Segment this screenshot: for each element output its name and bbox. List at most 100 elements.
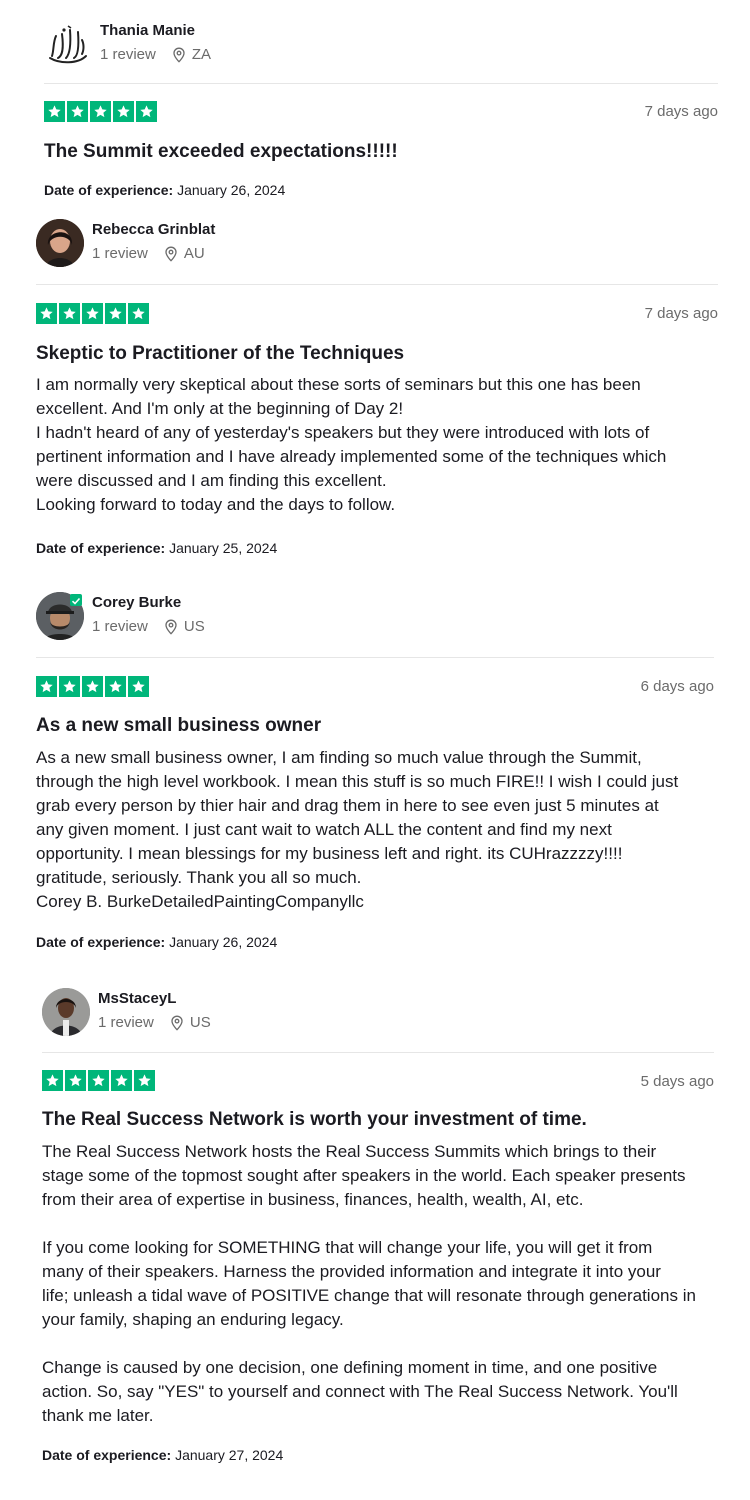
review-body-line: excellent. And I'm only at the beginning… (36, 399, 404, 418)
star-icon (105, 303, 126, 324)
doe-value: January 26, 2024 (177, 182, 286, 198)
avatar[interactable] (42, 988, 90, 1036)
review-title[interactable]: The Real Success Network is worth your i… (42, 1109, 587, 1131)
review-body-line (42, 1212, 732, 1236)
review-date: 7 days ago (644, 305, 718, 322)
doe-value: January 25, 2024 (169, 540, 278, 556)
star-icon (113, 101, 134, 122)
star-rating (36, 303, 149, 324)
reviewer-name[interactable]: MsStaceyL (98, 990, 176, 1007)
location-pin-icon (164, 246, 178, 262)
doe-label: Date of experience: (36, 540, 166, 556)
doe-label: Date of experience: (44, 182, 174, 198)
review-body-line: The Real Success Network hosts the Real … (42, 1142, 657, 1161)
reviewer-country: ZA (191, 46, 212, 63)
allah-calligraphy-icon (44, 20, 92, 68)
review-body-line: action. So, say "YES" to yourself and co… (42, 1382, 678, 1401)
doe-label: Date of experience: (42, 1447, 172, 1463)
reviewer-country: US (183, 618, 205, 635)
review-date: 7 days ago (644, 103, 718, 120)
star-icon (42, 1070, 63, 1091)
doe-label: Date of experience: (36, 934, 166, 950)
star-rating (42, 1070, 155, 1091)
star-rating (44, 101, 157, 122)
review-body-line: many of their speakers. Harness the prov… (42, 1262, 661, 1281)
star-icon (36, 303, 57, 324)
reviewer-country: US (189, 1014, 211, 1031)
review-body-line: from their area of expertise in business… (42, 1190, 584, 1209)
star-icon (105, 676, 126, 697)
review-date: 6 days ago (640, 678, 714, 695)
star-icon (82, 303, 103, 324)
review-title[interactable]: As a new small business owner (36, 715, 321, 737)
reviewer-name[interactable]: Thania Manie (100, 22, 195, 39)
reviewer-name[interactable]: Rebecca Grinblat (92, 221, 215, 238)
star-icon (44, 101, 65, 122)
doe-value: January 27, 2024 (175, 1447, 284, 1463)
star-icon (111, 1070, 132, 1091)
divider (36, 284, 718, 285)
review-body-line: gratitude, seriously. Thank you all so m… (36, 868, 362, 887)
reviewer-meta: 1 review US (92, 618, 205, 635)
date-of-experience: Date of experience: January 26, 2024 (44, 182, 285, 198)
location-pin-icon (170, 1015, 184, 1031)
review-count: 1 review (92, 618, 148, 635)
star-icon (59, 676, 80, 697)
doe-value: January 26, 2024 (169, 934, 278, 950)
review-body: I am normally very skeptical about these… (36, 373, 726, 517)
review-title[interactable]: Skeptic to Practitioner of the Technique… (36, 343, 404, 365)
star-icon (134, 1070, 155, 1091)
review-body-line: As a new small business owner, I am find… (36, 748, 642, 767)
review-body: The Real Success Network hosts the Real … (42, 1140, 732, 1428)
date-of-experience: Date of experience: January 25, 2024 (36, 540, 277, 556)
star-icon (88, 1070, 109, 1091)
location-pin-icon (172, 47, 186, 63)
star-icon (82, 676, 103, 697)
review-title[interactable]: The Summit exceeded expectations!!!!! (44, 141, 398, 163)
reviewer-meta: 1 review US (98, 1014, 211, 1031)
review-body-line: I hadn't heard of any of yesterday's spe… (36, 423, 650, 442)
review-count: 1 review (98, 1014, 154, 1031)
date-of-experience: Date of experience: January 27, 2024 (42, 1447, 283, 1463)
divider (42, 1052, 714, 1053)
review-body-line: through the high level workbook. I mean … (36, 772, 679, 791)
star-icon (65, 1070, 86, 1091)
star-icon (59, 303, 80, 324)
star-icon (90, 101, 111, 122)
review-body-line: Change is caused by one decision, one de… (42, 1358, 658, 1377)
location-pin-icon (164, 619, 178, 635)
verified-badge-icon (70, 594, 82, 606)
review-body-line: life; unleash a tidal wave of POSITIVE c… (42, 1286, 696, 1305)
review-body: As a new small business owner, I am find… (36, 746, 726, 914)
review-body-line: opportunity. I mean blessings for my bus… (36, 844, 623, 863)
star-icon (67, 101, 88, 122)
divider (36, 657, 714, 658)
review-body-line: Corey B. BurkeDetailedPaintingCompanyllc (36, 892, 364, 911)
star-icon (136, 101, 157, 122)
review-body-line: If you come looking for SOMETHING that w… (42, 1238, 653, 1257)
review-body-line: any given moment. I just cant wait to wa… (36, 820, 612, 839)
review-body-line: I am normally very skeptical about these… (36, 375, 641, 394)
reviewer-meta: 1 review ZA (100, 46, 211, 63)
reviewer-country: AU (183, 245, 205, 262)
review-count: 1 review (100, 46, 156, 63)
reviewer-name[interactable]: Corey Burke (92, 594, 181, 611)
star-icon (128, 676, 149, 697)
star-icon (128, 303, 149, 324)
review-body-line: grab every person by thier hair and drag… (36, 796, 659, 815)
avatar[interactable] (36, 219, 84, 267)
review-body-line: pertinent information and I have already… (36, 447, 667, 466)
review-body-line: were discussed and I am finding this exc… (36, 471, 387, 490)
review-body-line: Looking forward to today and the days to… (36, 495, 396, 514)
review-body-line: thank me later. (42, 1406, 154, 1425)
star-rating (36, 676, 149, 697)
review-date: 5 days ago (640, 1073, 714, 1090)
star-icon (36, 676, 57, 697)
date-of-experience: Date of experience: January 26, 2024 (36, 934, 277, 950)
divider (44, 83, 718, 84)
review-body-line: stage some of the topmost sought after s… (42, 1166, 686, 1185)
review-count: 1 review (92, 245, 148, 262)
review-body-line: your family, shaping an enduring legacy. (42, 1310, 344, 1329)
reviewer-meta: 1 review AU (92, 245, 205, 262)
review-body-line (42, 1332, 732, 1356)
